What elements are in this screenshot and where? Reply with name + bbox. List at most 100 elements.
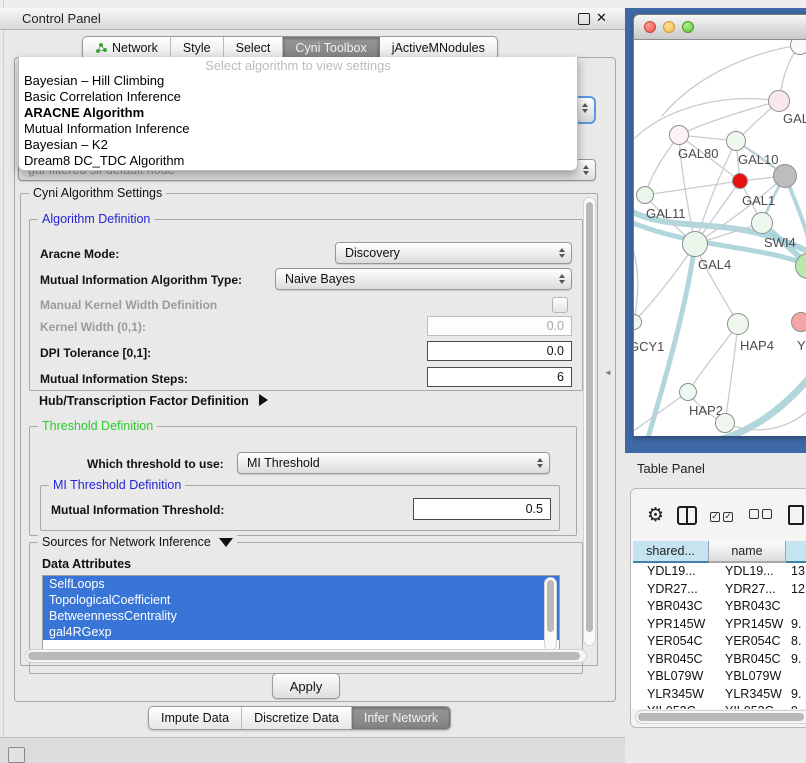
table-cell: 9. <box>791 687 801 701</box>
network-node-swi4[interactable] <box>751 212 773 234</box>
network-node-hap2[interactable] <box>679 383 697 401</box>
algorithm-definition-group: Algorithm Definition Aracne Mode: Discov… <box>29 219 583 391</box>
algorithm-option[interactable]: ARACNE Algorithm <box>19 105 577 121</box>
splitter-collapse-icon[interactable]: ◄ <box>604 368 612 377</box>
tab-impute-data[interactable]: Impute Data <box>149 707 242 729</box>
network-canvas[interactable]: GALGAL80GAL10GAL1GAL11SWI4GAL4GCY1HAP4YH… <box>634 40 806 436</box>
table-row[interactable]: YER054CYER054C8. <box>631 633 806 651</box>
table-row[interactable]: YDL19...YDL19...13 <box>631 563 806 581</box>
algorithm-option[interactable]: Bayesian – Hill Climbing <box>19 73 577 89</box>
attributes-list-scrollbar[interactable] <box>544 577 557 651</box>
dpi-tolerance-input[interactable]: 0.0 <box>427 341 572 361</box>
column-header[interactable]: A <box>786 541 806 563</box>
algorithm-option[interactable]: Bayesian – K2 <box>19 137 577 153</box>
collapsed-panel-icon[interactable] <box>8 747 25 763</box>
export-table-icon[interactable] <box>788 505 804 525</box>
sources-toggle[interactable]: Sources for Network Inference <box>38 535 237 549</box>
algorithm-option[interactable]: Basic Correlation Inference <box>19 89 577 105</box>
node-label: SWI4 <box>764 235 796 250</box>
table-row[interactable]: YBR043CYBR043C <box>631 598 806 616</box>
tab-label: jActiveMNodules <box>392 41 485 55</box>
data-attribute-item[interactable]: TopologicalCoefficient <box>43 592 559 608</box>
tab-network[interactable]: Network <box>83 37 171 59</box>
bottom-tabs: Impute DataDiscretize Data Infer Network <box>148 706 451 730</box>
hub-definition-toggle[interactable]: Hub/Transcription Factor Definition <box>39 394 268 408</box>
network-node-hap4[interactable] <box>727 313 749 335</box>
bottom-strip <box>0 737 625 763</box>
app-root: Control Panel ✕ NetworkStyleSelectCyni T… <box>0 0 806 762</box>
node-label: GAL10 <box>738 152 778 167</box>
network-node-gal11[interactable] <box>636 186 654 204</box>
tab-label: Cyni Toolbox <box>295 41 366 55</box>
table-cell: YBL079W <box>725 669 781 683</box>
table-panel-title: Table Panel <box>637 461 705 476</box>
table-row[interactable]: YPR145WYPR145W9. <box>631 616 806 634</box>
table-cell: YBL079W <box>647 669 703 683</box>
algorithm-option[interactable]: Mutual Information Inference <box>19 121 577 137</box>
tab-cyni-toolbox[interactable]: Cyni Toolbox <box>283 37 379 59</box>
tab-style[interactable]: Style <box>171 37 224 59</box>
algorithm-option[interactable]: Dream8 DC_TDC Algorithm <box>19 153 577 169</box>
split-table-icon[interactable] <box>677 506 697 525</box>
table-row[interactable]: YLR345WYLR345W9. <box>631 686 806 704</box>
tab-discretize-data[interactable]: Discretize Data <box>242 707 352 729</box>
network-node[interactable] <box>715 413 735 433</box>
mi-threshold-definition-group: MI Threshold Definition Mutual Informati… <box>40 485 560 531</box>
tab-label: Infer Network <box>364 711 438 725</box>
deselect-checkboxes-icon[interactable] <box>749 506 775 524</box>
mi-steps-input[interactable]: 6 <box>427 367 572 387</box>
data-attribute-item[interactable]: BetweennessCentrality <box>43 608 559 624</box>
which-threshold-combo[interactable]: MI Threshold <box>237 452 550 474</box>
aracne-mode-combo[interactable]: Discovery <box>335 242 572 264</box>
table-hscrollbar[interactable] <box>635 710 806 724</box>
apply-button[interactable]: Apply <box>272 673 340 699</box>
mi-algorithm-type-combo[interactable]: Naive Bayes <box>275 268 572 290</box>
table-row[interactable]: YBR045CYBR045C9. <box>631 651 806 669</box>
table-cell: YER054C <box>647 634 703 648</box>
manual-kernel-label: Manual Kernel Width Definition <box>40 298 217 312</box>
node-label: HAP4 <box>740 338 774 353</box>
network-node-gal4[interactable] <box>682 231 708 257</box>
kernel-width-input[interactable]: 0.0 <box>427 316 572 336</box>
network-node-gal[interactable] <box>768 90 790 112</box>
minimize-window-icon[interactable] <box>663 21 675 33</box>
network-node-gal10[interactable] <box>726 131 746 151</box>
aracne-mode-label: Aracne Mode: <box>40 247 119 261</box>
column-header[interactable]: shared... <box>633 541 709 563</box>
algorithm-definition-title: Algorithm Definition <box>38 212 154 226</box>
tab-label: Style <box>183 41 211 55</box>
table-body: YDL19...YDL19...13YDR27...YDR27...12YBR0… <box>631 563 806 709</box>
network-window[interactable]: GALGAL80GAL10GAL1GAL11SWI4GAL4GCY1HAP4YH… <box>633 14 806 436</box>
column-header[interactable]: name <box>709 541 786 563</box>
settings-vscrollbar[interactable] <box>583 197 596 646</box>
node-label: GCY1 <box>634 339 664 354</box>
network-node-gal1[interactable] <box>732 173 748 189</box>
network-node-y[interactable] <box>791 312 806 332</box>
tab-label: Network <box>112 41 158 55</box>
data-attribute-item[interactable]: SelfLoops <box>43 576 559 592</box>
tab-jactivemnodules[interactable]: jActiveMNodules <box>380 37 497 59</box>
settings-hscrollbar[interactable] <box>25 649 587 663</box>
select-all-checkboxes-icon[interactable]: ✓✓ <box>710 506 736 524</box>
manual-kernel-checkbox[interactable] <box>552 297 568 313</box>
tab-select[interactable]: Select <box>224 37 284 59</box>
threshold-definition-title: Threshold Definition <box>38 419 157 433</box>
close-panel-icon[interactable]: ✕ <box>596 10 607 26</box>
float-window-icon[interactable] <box>578 13 590 25</box>
tab-infer-network[interactable]: Infer Network <box>352 707 450 729</box>
network-node-gal80[interactable] <box>669 125 689 145</box>
table-row[interactable]: YBL079W YBL079W <box>631 668 806 686</box>
data-attribute-item[interactable]: gal4RGexp <box>43 624 559 640</box>
settings-gear-icon[interactable]: ⚙ <box>647 506 664 525</box>
data-attributes-list: SelfLoopsTopologicalCoefficientBetweenne… <box>42 575 560 655</box>
threshold-definition-group: Threshold Definition Which threshold to … <box>29 426 577 536</box>
network-window-titlebar <box>634 15 806 40</box>
spinner-arrows-icon <box>582 103 588 113</box>
network-node[interactable] <box>773 164 797 188</box>
table-row[interactable]: YIL052CYIL052C9 <box>631 703 806 709</box>
table-cell: YDR27... <box>647 582 698 596</box>
mi-threshold-input[interactable]: 0.5 <box>413 498 551 520</box>
zoom-window-icon[interactable] <box>682 21 694 33</box>
close-window-icon[interactable] <box>644 21 656 33</box>
table-row[interactable]: YDR27...YDR27...12 <box>631 581 806 599</box>
